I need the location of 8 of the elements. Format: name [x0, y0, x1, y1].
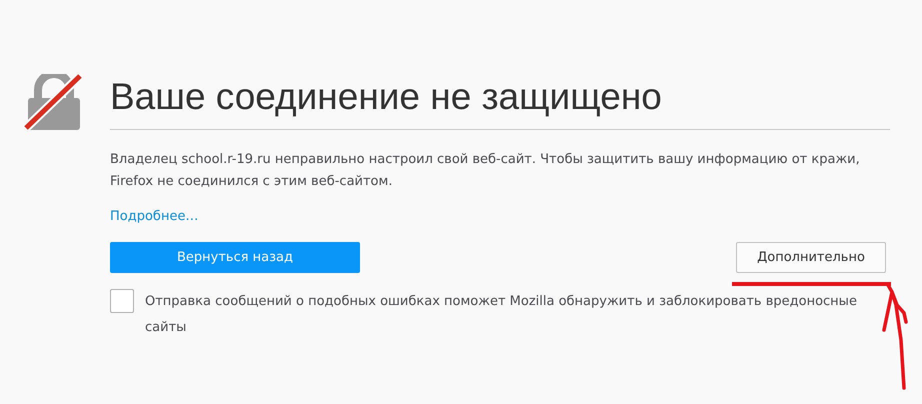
- error-message: Владелец school.r-19.ru неправильно настроил свой веб-сайт. Чтобы защитить вашу информацию от кражи, Firefox не соединился с этим веб-сайтом.: [110, 151, 861, 191]
- advanced-button[interactable]: Дополнительно: [736, 242, 886, 273]
- crossed-lock-icon: [24, 74, 84, 130]
- page-title: Ваше соединение не защищено: [110, 75, 663, 119]
- go-back-button[interactable]: Вернуться назад: [110, 242, 360, 273]
- details-link[interactable]: Подробнее…: [110, 207, 198, 227]
- report-checkbox-label: Отправка сообщений о подобных ошибках поможет Mozilla обнаружить и заблокировать вредоносные сайты: [145, 293, 858, 337]
- report-checkbox[interactable]: [110, 289, 134, 313]
